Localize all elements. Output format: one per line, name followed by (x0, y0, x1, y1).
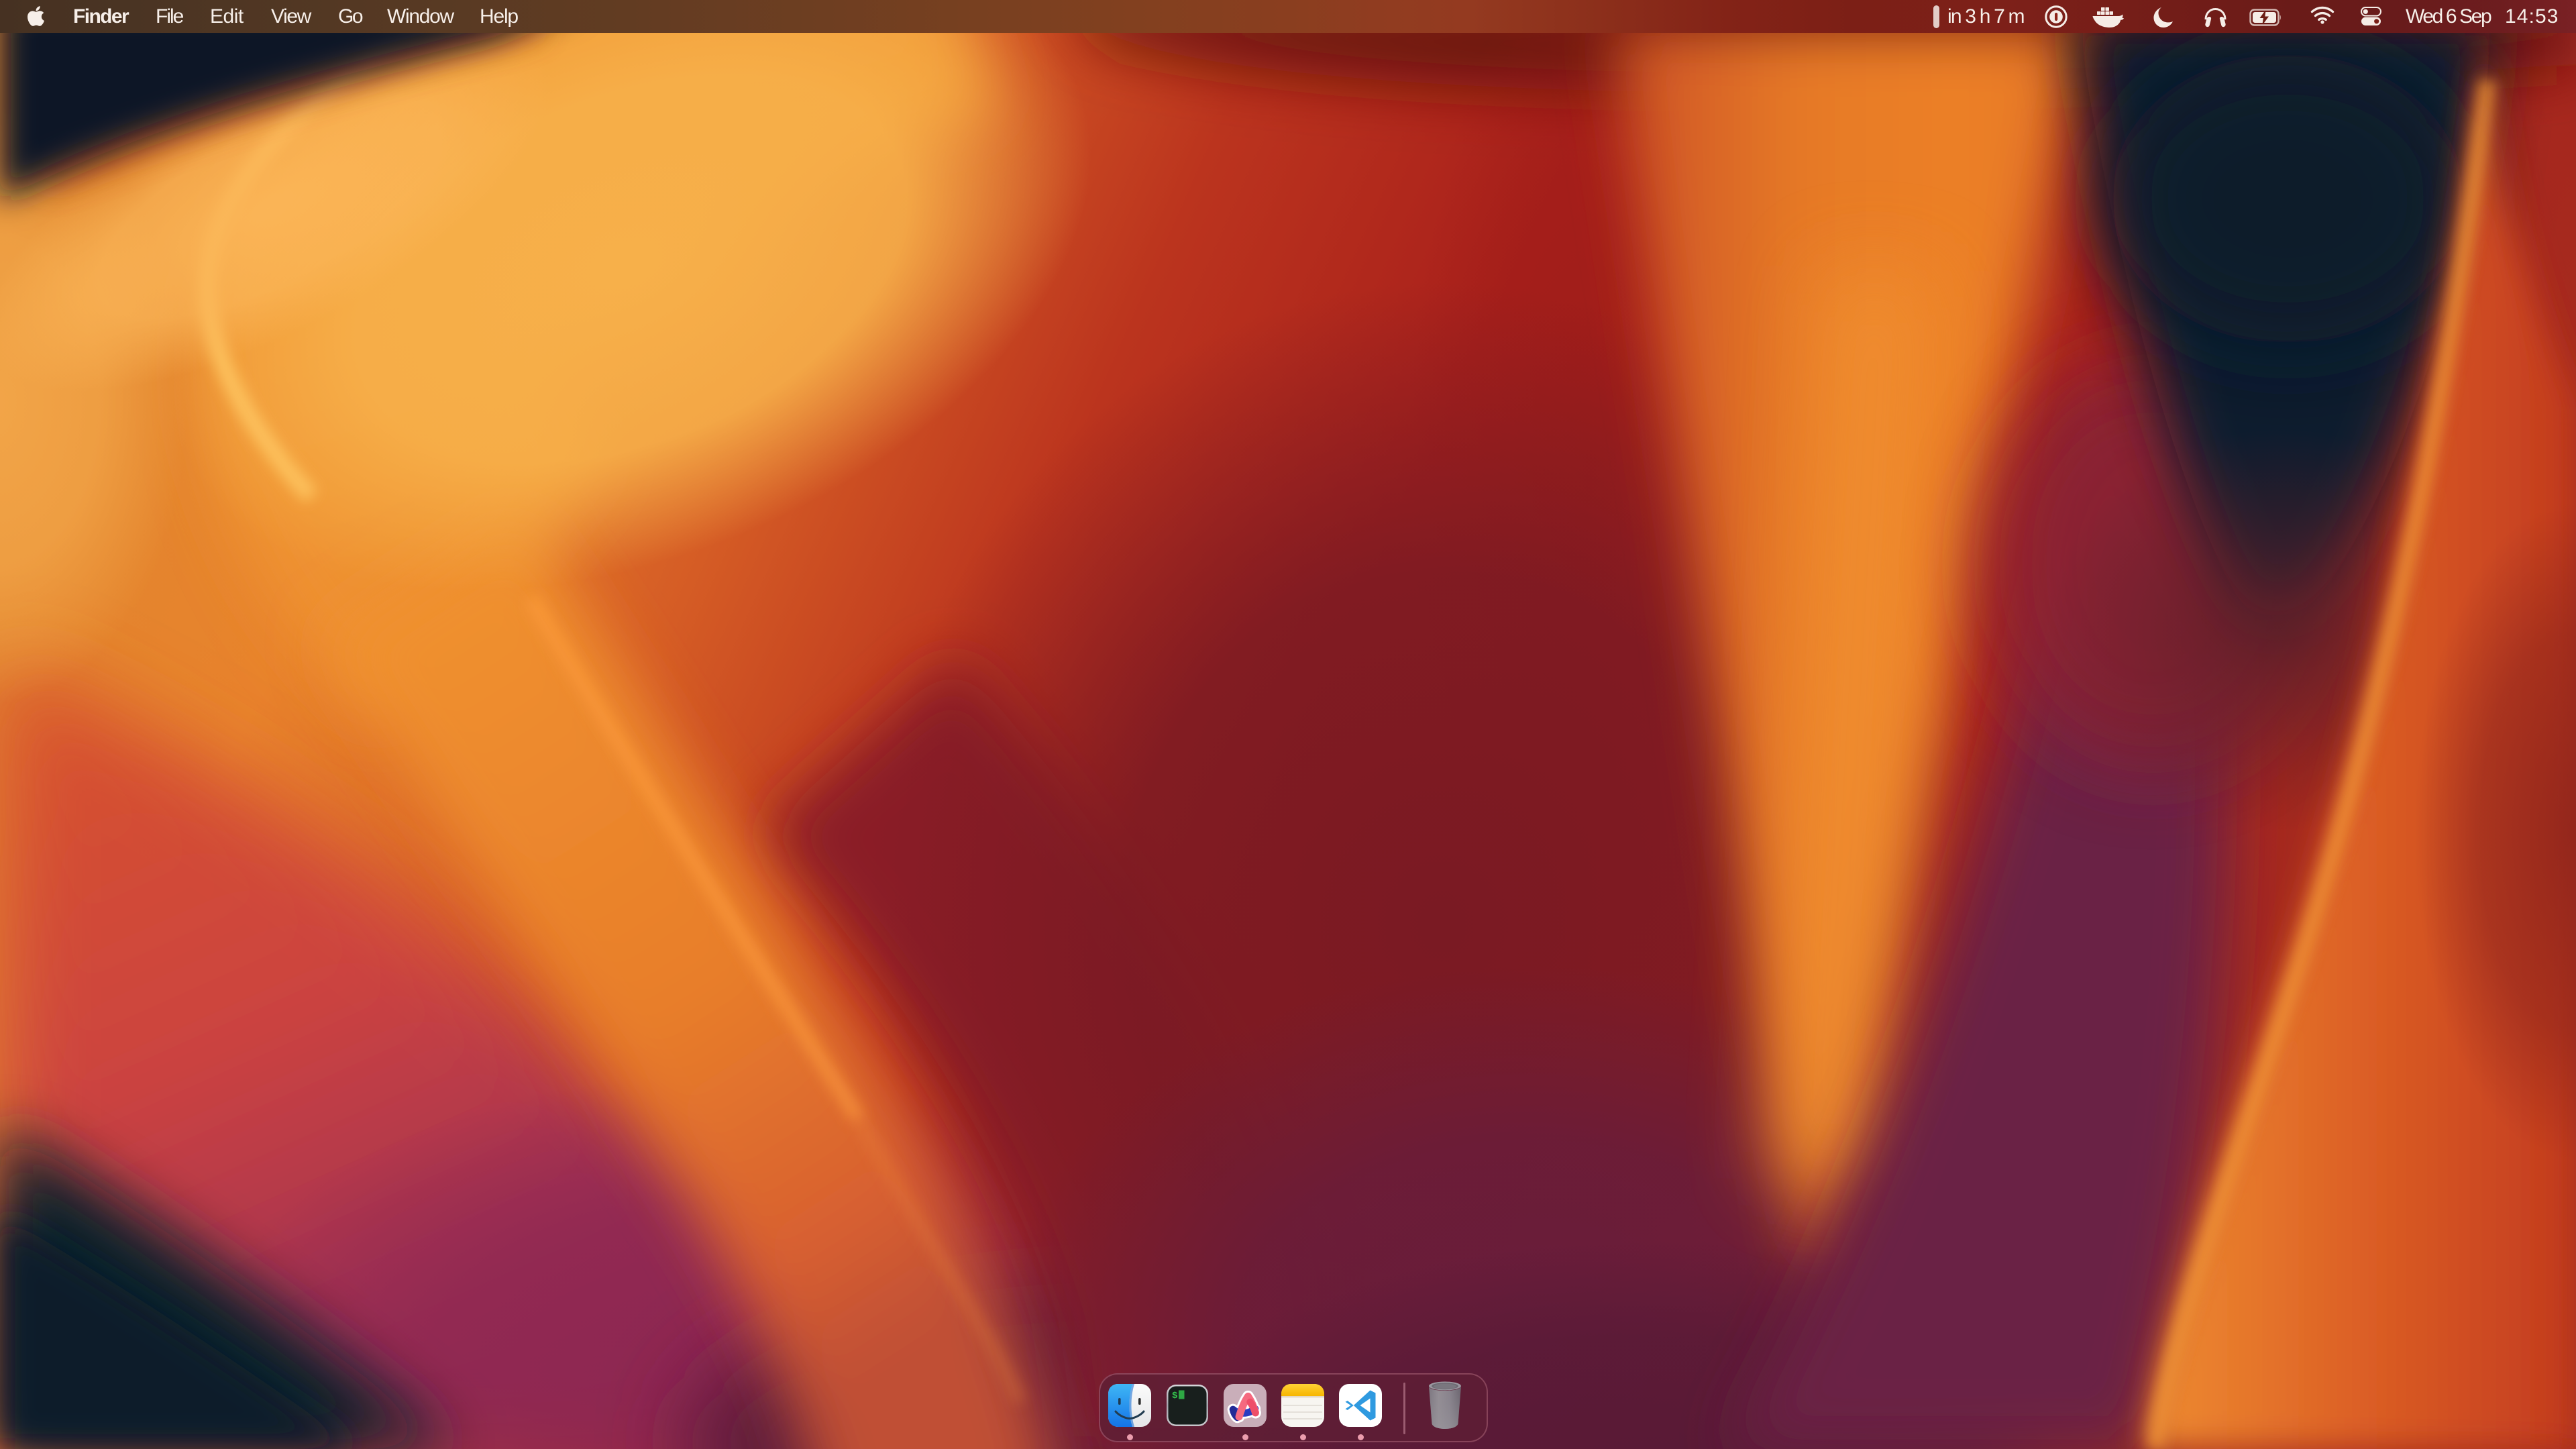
svg-text:$: $ (1172, 1391, 1177, 1401)
